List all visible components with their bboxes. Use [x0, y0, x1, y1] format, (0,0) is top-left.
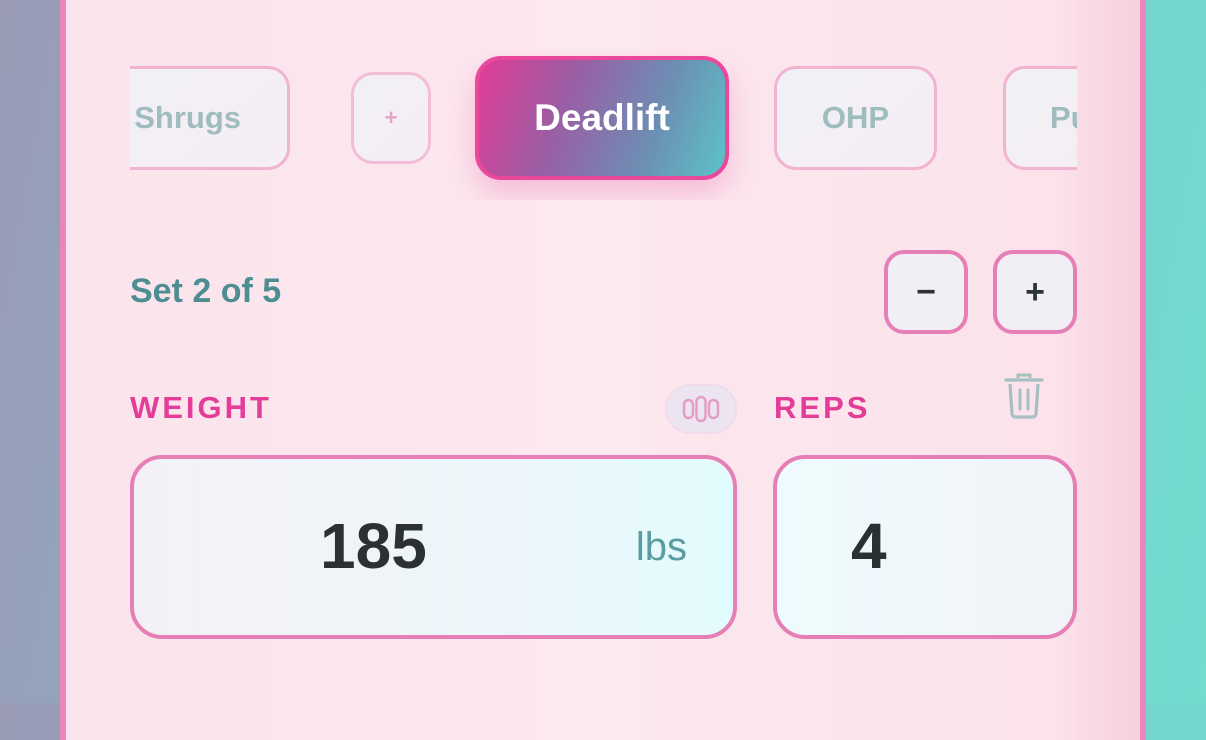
set-counter: Set 2 of 5	[130, 272, 282, 310]
exercise-chip-ohp[interactable]: OHP	[774, 66, 937, 170]
weight-label: WEIGHT	[130, 390, 272, 425]
weight-value: 185	[320, 510, 427, 582]
exercise-chip-label: Shrugs	[134, 100, 241, 135]
reps-label: REPS	[774, 390, 871, 425]
reps-input[interactable]: 4	[773, 455, 1077, 639]
weight-unit: lbs	[635, 525, 687, 569]
exercise-chip-deadlift[interactable]: Deadlift	[475, 56, 729, 180]
plus-icon: +	[1025, 272, 1045, 311]
add-exercise-label: +	[384, 105, 398, 130]
trash-icon[interactable]	[1002, 372, 1046, 420]
plate-calculator-toggle[interactable]	[665, 384, 737, 434]
exercise-chip-label: Pu	[1050, 100, 1077, 135]
weight-input[interactable]: 185 lbs	[130, 455, 737, 639]
remove-set-button[interactable]: −	[884, 250, 968, 334]
add-set-button[interactable]: +	[993, 250, 1077, 334]
exercise-selector[interactable]: Shrugs + Deadlift OHP Pu	[130, 50, 1077, 200]
minus-icon: −	[916, 272, 936, 311]
exercise-chip-label: Deadlift	[534, 97, 670, 138]
exercise-chip-pu[interactable]: Pu	[1003, 66, 1077, 170]
reps-value: 4	[851, 510, 887, 582]
add-exercise-button[interactable]: +	[351, 72, 431, 164]
plates-icon	[682, 395, 720, 423]
exercise-chip-label: OHP	[821, 100, 890, 135]
exercise-chip-shrugs[interactable]: Shrugs	[130, 66, 290, 170]
